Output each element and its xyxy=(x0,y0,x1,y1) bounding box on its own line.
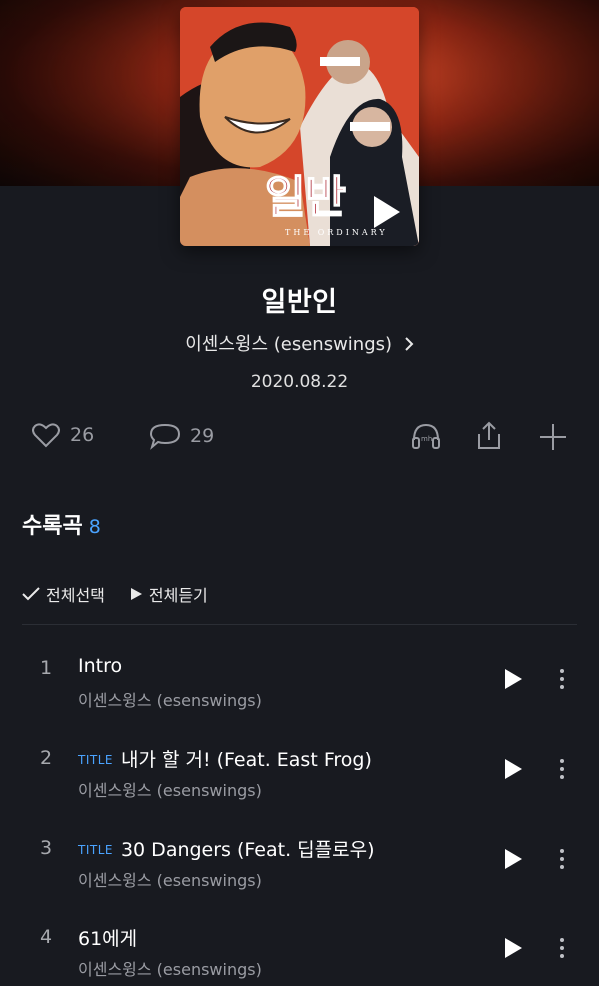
track-number: 3 xyxy=(39,837,53,859)
add-icon xyxy=(540,424,566,450)
play-icon[interactable] xyxy=(502,667,524,691)
select-all-button[interactable]: 전체선택 xyxy=(22,582,105,606)
svg-text:mh: mh xyxy=(421,435,432,443)
track-count: 8 xyxy=(88,516,101,538)
tracklist-heading: 수록곡 8 xyxy=(22,508,101,540)
tracklist-tools: 전체선택 전체듣기 xyxy=(22,582,208,606)
divider xyxy=(22,624,577,625)
track-title: TITLE 내가 할 거! (Feat. East Frog) xyxy=(78,745,372,772)
title-badge: TITLE xyxy=(78,753,113,767)
more-icon[interactable] xyxy=(556,936,568,960)
play-icon[interactable] xyxy=(502,757,524,781)
track-row[interactable]: 2 TITLE 내가 할 거! (Feat. East Frog) 이센스윙스 (… xyxy=(0,727,599,807)
track-title-text: 30 Dangers (Feat. 딥플로우) xyxy=(120,839,375,861)
play-all-label: 전체듣기 xyxy=(148,586,208,605)
chevron-right-icon xyxy=(398,334,414,355)
check-icon xyxy=(22,587,40,601)
track-artist: 이센스윙스 (esenswings) xyxy=(78,960,262,979)
title-badge: TITLE xyxy=(78,843,113,857)
track-row[interactable]: 3 TITLE 30 Dangers (Feat. 딥플로우) 이센스윙스 (es… xyxy=(0,817,599,897)
play-all-button[interactable]: 전체듣기 xyxy=(129,582,208,606)
more-icon[interactable] xyxy=(556,667,568,691)
album-play-icon[interactable] xyxy=(362,190,406,234)
cover-title-text: 일반 xyxy=(265,172,346,223)
comment-button[interactable]: 29 xyxy=(148,422,214,450)
track-title: 61에게 xyxy=(78,924,137,951)
play-icon[interactable] xyxy=(502,847,524,871)
tracklist-heading-label: 수록곡 xyxy=(22,514,83,539)
track-row[interactable]: 1 Intro 이센스윙스 (esenswings) xyxy=(0,637,599,717)
mix-button[interactable]: mh xyxy=(410,420,442,452)
track-title-text: 내가 할 거! (Feat. East Frog) xyxy=(120,749,372,771)
more-icon[interactable] xyxy=(556,847,568,871)
track-artist: 이센스윙스 (esenswings) xyxy=(78,691,262,710)
share-icon xyxy=(478,421,500,449)
release-date: 2020.08.22 xyxy=(250,372,349,392)
track-title-text: Intro xyxy=(78,655,123,677)
headphones-mix-icon: mh xyxy=(412,423,440,449)
track-number: 2 xyxy=(39,747,53,769)
add-button[interactable] xyxy=(538,422,568,452)
play-icon[interactable] xyxy=(502,936,524,960)
track-artist: 이센스윙스 (esenswings) xyxy=(78,781,262,800)
select-all-label: 전체선택 xyxy=(46,586,105,605)
more-icon[interactable] xyxy=(556,757,568,781)
album-title: 일반인 xyxy=(261,287,338,318)
like-count: 26 xyxy=(70,424,95,446)
artist-link[interactable]: 이센스윙스 (esenswings) xyxy=(0,330,599,356)
artist-name: 이센스윙스 (esenswings) xyxy=(185,334,393,355)
track-title-text: 61에게 xyxy=(78,928,138,950)
play-icon xyxy=(130,588,142,600)
comment-icon xyxy=(149,423,181,450)
like-button[interactable]: 26 xyxy=(32,422,94,448)
track-title: TITLE 30 Dangers (Feat. 딥플로우) xyxy=(78,835,375,862)
comment-count: 29 xyxy=(190,425,215,447)
share-button[interactable] xyxy=(474,420,504,452)
track-number: 1 xyxy=(39,657,53,679)
track-artist: 이센스윙스 (esenswings) xyxy=(78,871,262,890)
heart-icon xyxy=(32,423,60,448)
track-number: 4 xyxy=(39,926,53,948)
track-title: Intro xyxy=(78,655,122,677)
action-bar: 26 29 mh xyxy=(0,420,599,454)
track-row[interactable]: 4 61에게 이센스윙스 (esenswings) xyxy=(0,906,599,986)
